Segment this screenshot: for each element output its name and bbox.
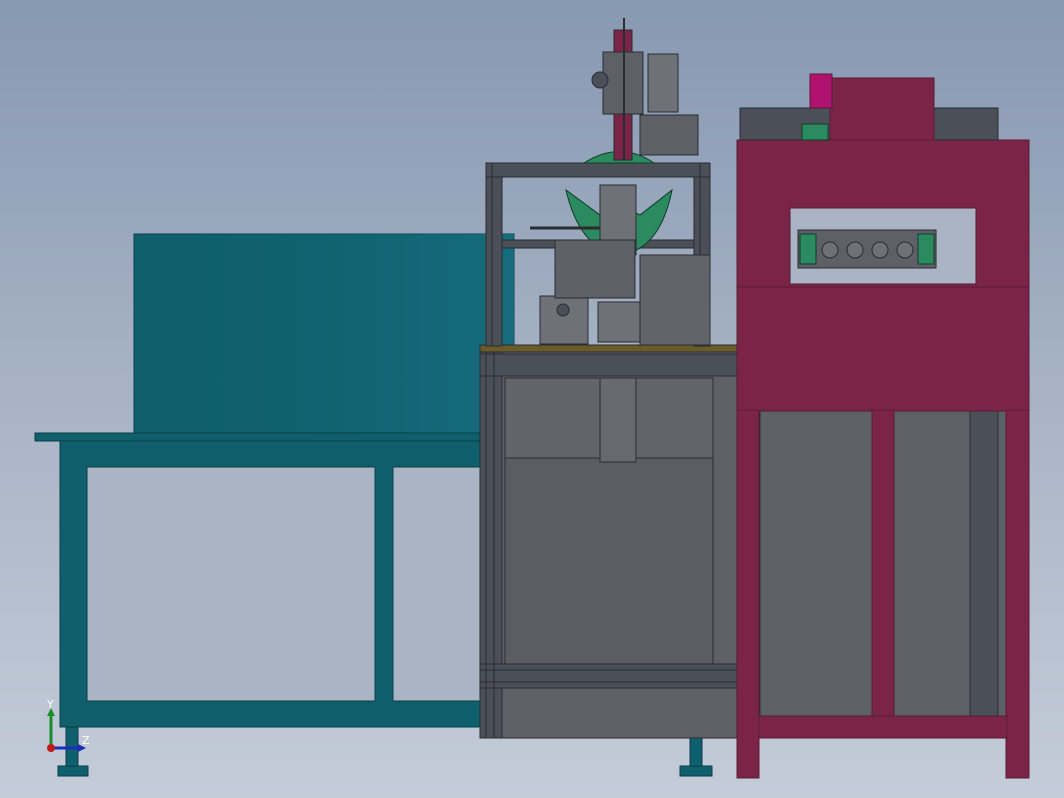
triad-y-label: Y <box>47 698 54 711</box>
cad-model-scene[interactable] <box>0 0 1064 798</box>
rotary-mechanism <box>530 18 711 346</box>
center-machine-base <box>479 351 741 739</box>
coordinate-triad: Y Z <box>40 698 100 760</box>
right-cabinet <box>736 73 1030 779</box>
backboard-panel <box>133 233 515 435</box>
cad-viewport[interactable]: Y Z <box>0 0 1064 798</box>
triad-z-label: Z <box>82 734 90 747</box>
